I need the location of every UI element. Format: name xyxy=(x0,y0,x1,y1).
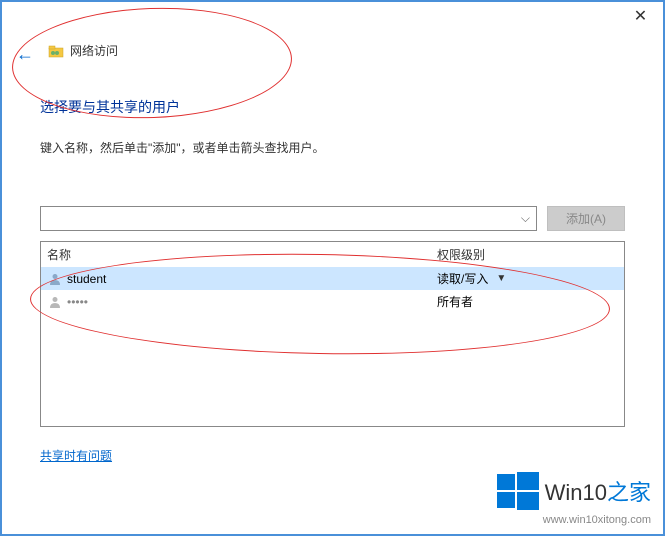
page-subtitle: 键入名称，然后单击"添加"，或者单击箭头查找用户。 xyxy=(40,139,625,156)
back-arrow-icon[interactable]: ← xyxy=(16,44,34,65)
table-header: 名称 权限级别 xyxy=(41,242,624,267)
breadcrumb: 网络访问 xyxy=(48,42,625,59)
permission-value: 读取/写入 xyxy=(437,270,488,287)
col-header-permission[interactable]: 权限级别 xyxy=(437,246,618,263)
table-row[interactable]: ••••• 所有者 xyxy=(41,290,624,313)
user-icon xyxy=(47,271,63,287)
network-folder-icon xyxy=(48,43,64,59)
permission-dropdown[interactable]: 读取/写入 ▼ xyxy=(437,270,618,287)
help-link[interactable]: 共享时有问题 xyxy=(40,447,112,464)
chevron-down-icon: ⌵ xyxy=(521,211,530,226)
row-name: ••••• xyxy=(67,295,437,309)
permission-value: 所有者 xyxy=(437,293,618,310)
row-name: student xyxy=(67,272,437,286)
watermark-url: www.win10xitong.com xyxy=(543,514,651,526)
windows-logo-icon xyxy=(497,470,539,512)
col-header-name[interactable]: 名称 xyxy=(47,246,437,263)
chevron-down-icon: ▼ xyxy=(496,273,506,284)
page-title: 选择要与其共享的用户 xyxy=(40,97,625,117)
add-button: 添加(A) xyxy=(547,206,625,231)
watermark: Win10之家 www.win10xitong.com xyxy=(497,470,651,526)
breadcrumb-label: 网络访问 xyxy=(70,42,118,59)
user-name-combobox[interactable]: ⌵ xyxy=(40,206,537,231)
user-icon xyxy=(47,294,63,310)
table-row[interactable]: student 读取/写入 ▼ xyxy=(41,267,624,290)
close-button[interactable]: ✕ xyxy=(618,2,663,30)
close-icon: ✕ xyxy=(634,6,647,26)
user-table: 名称 权限级别 student 读取/写入 ▼ ••••• 所 xyxy=(40,241,625,427)
watermark-brand: Win10之家 xyxy=(545,475,651,507)
